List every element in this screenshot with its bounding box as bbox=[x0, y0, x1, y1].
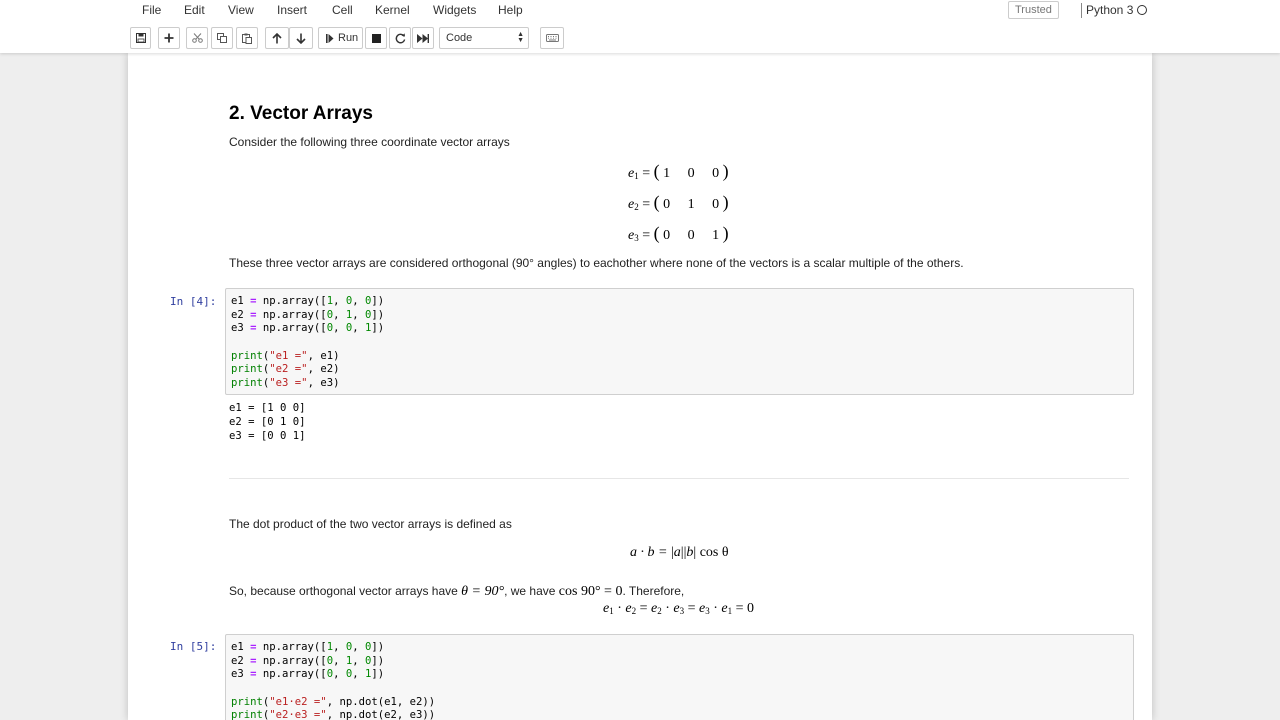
copy-icon bbox=[217, 33, 227, 43]
keyboard-icon bbox=[545, 34, 559, 42]
code-line: print("e2·e3 =", np.dot(e2, e3)) bbox=[231, 709, 436, 720]
code-line: e1 = np.array([1, 0, 0]) bbox=[231, 295, 385, 307]
restart-icon bbox=[395, 32, 405, 43]
select-caret-icon: ▲ ▼ bbox=[517, 31, 524, 44]
menu-insert[interactable]: Insert bbox=[277, 3, 307, 17]
cut-icon bbox=[191, 33, 203, 43]
cell-divider bbox=[229, 478, 1129, 479]
fast-forward-icon bbox=[417, 33, 429, 43]
vector-value: 0 bbox=[687, 228, 695, 243]
menu-cell[interactable]: Cell bbox=[332, 3, 353, 17]
copy-button[interactable] bbox=[211, 27, 233, 49]
notebook-container[interactable]: 2. Vector Arrays Consider the following … bbox=[128, 53, 1152, 720]
run-label: Run bbox=[338, 32, 359, 44]
vector-value: 0 bbox=[712, 197, 720, 212]
run-icon bbox=[326, 33, 334, 43]
menu-edit[interactable]: Edit bbox=[184, 3, 205, 17]
run-button[interactable]: Run bbox=[318, 27, 363, 49]
paste-button[interactable] bbox=[236, 27, 258, 49]
vector-subscript: 3 bbox=[634, 233, 639, 243]
formula-lhs: a · b = bbox=[630, 545, 671, 560]
orthogonal-paragraph: These three vector arrays are considered… bbox=[229, 256, 964, 270]
vector-e1-equation: e1 = ( 1 0 0 ) bbox=[628, 161, 729, 181]
cell-output-line: e2 = [0 1 0] bbox=[229, 416, 306, 428]
code-line: print("e2 =", e2) bbox=[231, 363, 340, 375]
cell-prompt: In [4]: bbox=[170, 295, 217, 308]
code-line: e2 = np.array([0, 1, 0]) bbox=[231, 655, 385, 667]
code-cell-4[interactable]: e1 = np.array([1, 0, 0]) e2 = np.array([… bbox=[225, 288, 1134, 395]
vector-e3-equation: e3 = ( 0 0 1 ) bbox=[628, 223, 729, 243]
left-paren: ( bbox=[653, 161, 660, 181]
cell-output-line: e3 = [0 0 1] bbox=[229, 430, 306, 442]
text-part: So, because orthogonal vector arrays hav… bbox=[229, 584, 462, 598]
text-part: , we have bbox=[504, 584, 559, 598]
vector-value: 0 bbox=[663, 228, 671, 243]
cell-output-line: e1 = [1 0 0] bbox=[229, 402, 306, 414]
menubar: File Edit View Insert Cell Kernel Widget… bbox=[128, 0, 1152, 22]
cell-type-select[interactable]: Code ▲ ▼ bbox=[439, 27, 529, 49]
kernel-name[interactable]: Python 3 bbox=[1086, 3, 1133, 17]
vector-e2-equation: e2 = ( 0 1 0 ) bbox=[628, 192, 729, 212]
paste-icon bbox=[242, 33, 252, 44]
dot-product-formula: a · b = |a||b| cos θ bbox=[630, 545, 729, 560]
right-paren: ) bbox=[722, 192, 729, 212]
restart-run-all-button[interactable] bbox=[412, 27, 434, 49]
move-up-button[interactable] bbox=[265, 27, 289, 49]
vector-value: 0 bbox=[712, 166, 720, 181]
vector-value: 0 bbox=[663, 197, 671, 212]
trusted-indicator[interactable]: Trusted bbox=[1008, 1, 1059, 19]
menu-kernel[interactable]: Kernel bbox=[375, 3, 410, 17]
right-paren: ) bbox=[722, 161, 729, 181]
code-line: print("e3 =", e3) bbox=[231, 377, 340, 389]
code-line: e3 = np.array([0, 0, 1]) bbox=[231, 668, 385, 680]
formula-rhs: cos θ bbox=[699, 545, 729, 560]
intro-paragraph: Consider the following three coordinate … bbox=[229, 135, 510, 149]
code-line: e2 = np.array([0, 1, 0]) bbox=[231, 309, 385, 321]
kernel-idle-icon bbox=[1137, 5, 1147, 15]
code-line: print("e1 =", e1) bbox=[231, 350, 340, 362]
save-icon bbox=[135, 33, 146, 43]
interrupt-button[interactable] bbox=[365, 27, 387, 49]
restart-button[interactable] bbox=[389, 27, 411, 49]
left-paren: ( bbox=[653, 192, 660, 212]
cut-button[interactable] bbox=[186, 27, 208, 49]
arrow-up-icon bbox=[272, 32, 282, 43]
theta-equation: θ = 90° bbox=[461, 584, 505, 599]
dot-product-paragraph: The dot product of the two vector arrays… bbox=[229, 517, 512, 531]
text-part: . Therefore, bbox=[622, 584, 685, 598]
move-down-button[interactable] bbox=[289, 27, 313, 49]
section-heading: 2. Vector Arrays bbox=[229, 103, 373, 124]
insert-cell-button[interactable] bbox=[158, 27, 180, 49]
command-palette-button[interactable] bbox=[540, 27, 564, 49]
menu-view[interactable]: View bbox=[228, 3, 254, 17]
stop-icon bbox=[371, 33, 381, 43]
kernel-separator bbox=[1081, 3, 1082, 18]
toolbar: Run Code ▲ ▼ bbox=[128, 27, 1152, 49]
right-paren: ) bbox=[722, 223, 729, 243]
orthogonality-equation: e1 · e2 = e2 · e3 = e3 · e1 = 0 bbox=[603, 601, 755, 616]
save-button[interactable] bbox=[130, 27, 151, 49]
menu-file[interactable]: File bbox=[142, 3, 161, 17]
code-line: e1 = np.array([1, 0, 0]) bbox=[231, 641, 385, 653]
vector-subscript: 2 bbox=[634, 202, 639, 212]
vector-value: 1 bbox=[687, 197, 695, 212]
code-line: print("e1·e2 =", np.dot(e1, e2)) bbox=[231, 696, 436, 708]
cell-prompt: In [5]: bbox=[170, 640, 217, 653]
left-paren: ( bbox=[653, 223, 660, 243]
plus-icon bbox=[164, 33, 174, 43]
cos-equation: cos 90° = 0 bbox=[558, 584, 623, 599]
vector-value: 1 bbox=[712, 228, 720, 243]
menu-help[interactable]: Help bbox=[498, 3, 523, 17]
arrow-down-icon bbox=[296, 33, 306, 44]
menu-widgets[interactable]: Widgets bbox=[433, 3, 476, 17]
code-line: e3 = np.array([0, 0, 1]) bbox=[231, 322, 385, 334]
code-cell-5[interactable]: e1 = np.array([1, 0, 0]) e2 = np.array([… bbox=[225, 634, 1134, 720]
vector-subscript: 1 bbox=[634, 171, 639, 181]
notebook-header: File Edit View Insert Cell Kernel Widget… bbox=[0, 0, 1280, 53]
orthogonal-conclusion-paragraph: So, because orthogonal vector arrays hav… bbox=[229, 584, 684, 600]
vector-value: 0 bbox=[687, 166, 695, 181]
vector-value: 1 bbox=[663, 166, 671, 181]
cell-type-value: Code bbox=[446, 32, 473, 44]
